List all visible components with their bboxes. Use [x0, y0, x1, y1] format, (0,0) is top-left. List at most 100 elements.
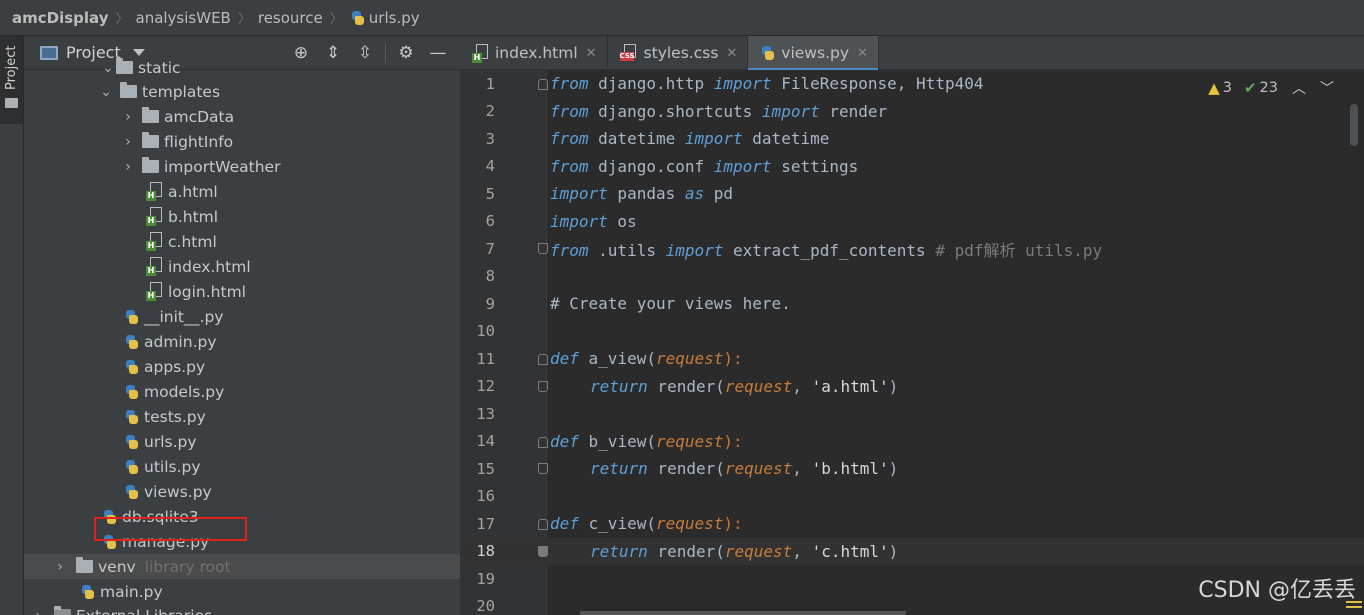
code-line[interactable]: 2 from django.shortcuts import render — [460, 98, 1364, 126]
tree-item-init-py[interactable]: __init__.py — [24, 304, 460, 329]
tree-item-external-libraries[interactable]: › External Libraries — [24, 603, 460, 615]
code-line[interactable]: 6 import os — [460, 208, 1364, 236]
keyword: import — [761, 101, 820, 121]
folder-icon — [116, 58, 133, 74]
editor-horizontal-scrollbar[interactable] — [580, 611, 906, 615]
close-icon[interactable]: ✕ — [857, 46, 868, 61]
library-icon — [54, 606, 71, 615]
code-line-current[interactable]: 18 return render(request, 'c.html') — [460, 537, 1364, 565]
close-icon[interactable]: ✕ — [726, 46, 737, 61]
python-file-icon — [80, 584, 95, 600]
tree-item-main-py[interactable]: main.py — [24, 579, 460, 604]
code-line[interactable]: 16 — [460, 483, 1364, 511]
tree-item-venv[interactable]: › venv library root — [24, 554, 460, 579]
code-line[interactable]: 9 # Create your views here. — [460, 290, 1364, 318]
tree-item-label: importWeather — [164, 157, 281, 176]
tab-styles-css[interactable]: CSS styles.css ✕ — [608, 36, 749, 70]
tree-item-amcdata[interactable]: › amcData — [24, 104, 460, 129]
line-number: 18 — [476, 542, 495, 561]
breadcrumb-item-project[interactable]: amcDisplay — [12, 9, 108, 27]
code-line[interactable]: 3 from datetime import datetime — [460, 125, 1364, 153]
tree-item-flightinfo[interactable]: › flightInfo — [24, 129, 460, 154]
tree-item-static[interactable]: ⌄ static — [24, 55, 460, 80]
html-file-icon: H — [472, 43, 489, 63]
chevron-right-icon: 〉 — [237, 12, 251, 27]
fold-marker-icon[interactable] — [538, 79, 548, 90]
editor-scrollbar[interactable] — [1350, 104, 1358, 146]
tree-item-templates[interactable]: ⌄ templates — [24, 79, 460, 104]
breadcrumb-item-analysisweb[interactable]: analysisWEB — [136, 9, 231, 27]
html-file-icon: H — [146, 282, 163, 301]
chevron-right-icon[interactable]: › — [120, 129, 136, 154]
code-line[interactable]: 12 return render(request, 'a.html') — [460, 373, 1364, 401]
code-token: django.conf — [588, 156, 714, 176]
tree-item-models-py[interactable]: models.py — [24, 379, 460, 404]
tree-item-importweather[interactable]: › importWeather — [24, 154, 460, 179]
chevron-down-icon[interactable]: ﹀ — [1320, 78, 1334, 98]
code-token: ) — [888, 376, 899, 396]
fold-marker-icon[interactable] — [538, 436, 548, 448]
keyword: return — [590, 541, 648, 561]
tree-item-label: venv — [98, 557, 136, 576]
tree-item-apps-py[interactable]: apps.py — [24, 354, 460, 379]
code-token: settings — [771, 156, 859, 176]
chevron-right-icon[interactable]: › — [30, 603, 46, 615]
code-line[interactable]: 15 return render(request, 'b.html') — [460, 455, 1364, 483]
chevron-right-icon[interactable]: › — [52, 554, 68, 579]
keyword: def — [550, 349, 579, 369]
code-line[interactable]: 13 — [460, 400, 1364, 428]
tree-item-admin-py[interactable]: admin.py — [24, 329, 460, 354]
fold-marker-icon[interactable] — [538, 354, 548, 365]
code-token: render( — [647, 376, 725, 396]
fold-marker-icon[interactable] — [538, 243, 548, 254]
tree-item-tests-py[interactable]: tests.py — [24, 404, 460, 429]
html-file-icon: H — [146, 232, 163, 251]
menu-icon[interactable] — [1346, 601, 1362, 613]
code-token: ) — [888, 459, 899, 479]
breadcrumb-item-resource[interactable]: resource — [258, 9, 323, 27]
inspection-widget[interactable]: ▲ 3 ✔ 23 ︿ ﹀ — [1208, 78, 1334, 98]
code-line[interactable]: 7 from .utils import extract_pdf_content… — [460, 235, 1364, 263]
code-token: render( — [647, 459, 725, 479]
fold-marker-icon[interactable] — [538, 545, 548, 557]
project-tool-label: Project — [4, 45, 19, 90]
fold-marker-icon[interactable] — [538, 519, 548, 530]
chevron-up-icon[interactable]: ︿ — [1292, 78, 1306, 98]
tree-item-urls-py[interactable]: urls.py — [24, 429, 460, 454]
line-number: 12 — [476, 377, 495, 396]
code-line[interactable]: 5 import pandas as pd — [460, 180, 1364, 208]
code-line[interactable]: 11 def a_view(request): — [460, 345, 1364, 373]
breadcrumb-item-file[interactable]: urls.py — [369, 9, 420, 27]
tree-item-views-py[interactable]: views.py — [24, 479, 460, 504]
code-line[interactable]: 14 def b_view(request): — [460, 428, 1364, 456]
fold-marker-icon[interactable] — [538, 380, 548, 392]
tree-item-label: apps.py — [144, 357, 206, 376]
chevron-right-icon[interactable]: › — [120, 104, 136, 129]
tree-item-login-html[interactable]: H login.html — [24, 279, 460, 304]
keyword: import — [550, 211, 608, 231]
tree-item-label: templates — [142, 82, 221, 101]
code-line[interactable]: 4 from django.conf import settings — [460, 153, 1364, 181]
code-line[interactable]: 8 — [460, 263, 1364, 291]
tree-item-b-html[interactable]: H b.html — [24, 204, 460, 229]
tab-index-html[interactable]: H index.html ✕ — [460, 36, 608, 70]
tree-item-utils-py[interactable]: utils.py — [24, 454, 460, 479]
code-editor[interactable]: 1 from django.http import FileResponse, … — [460, 70, 1364, 615]
tree-item-index-html[interactable]: H index.html — [24, 254, 460, 279]
chevron-down-icon[interactable]: ⌄ — [98, 79, 114, 104]
python-file-icon — [124, 334, 139, 350]
keyword: return — [590, 459, 648, 479]
fold-marker-icon[interactable] — [538, 463, 548, 474]
close-icon[interactable]: ✕ — [586, 46, 597, 61]
code-line[interactable]: 10 — [460, 318, 1364, 346]
tree-item-c-html[interactable]: H c.html — [24, 229, 460, 254]
tree-item-a-html[interactable]: H a.html — [24, 179, 460, 204]
chevron-down-icon[interactable]: ⌄ — [100, 55, 116, 80]
chevron-right-icon[interactable]: › — [120, 154, 136, 179]
line-number: 20 — [476, 597, 495, 615]
code-token: pd — [704, 184, 734, 204]
code-line[interactable]: 17 def c_view(request): — [460, 510, 1364, 538]
tab-views-py[interactable]: views.py ✕ — [748, 36, 879, 71]
html-file-icon: H — [146, 182, 163, 201]
project-tool-button[interactable]: Project — [0, 36, 23, 124]
